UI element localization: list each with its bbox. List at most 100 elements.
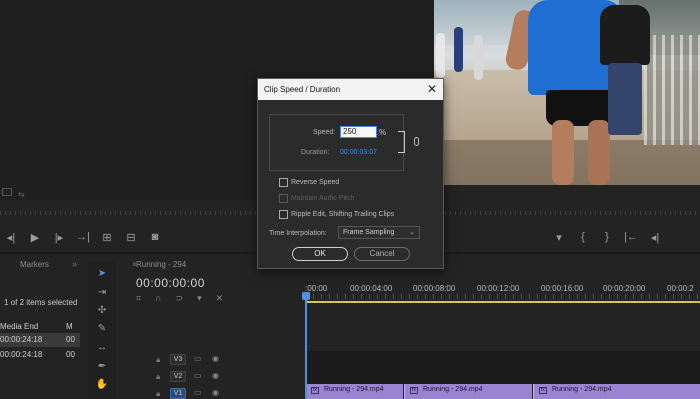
track-header: 🔒︎ V1 ▭ ◉	[122, 385, 304, 399]
safe-margin-icon[interactable]	[2, 188, 12, 196]
track-v3: 🔒︎ V3 ▭ ◉	[122, 351, 700, 369]
in-point-icon[interactable]: {	[576, 231, 590, 243]
source-transport: ◂| ▶ |▸ →| ⊞ ⊟ ◙	[4, 228, 162, 246]
selection-tool-icon[interactable]: ➤	[95, 267, 109, 281]
project-row[interactable]: 00:00:24:18 00	[0, 333, 80, 347]
dialog-title: Clip Speed / Duration	[264, 85, 341, 94]
loop-icon[interactable]: ⇆	[18, 190, 25, 199]
video-far-people	[436, 25, 496, 80]
step-forward-icon[interactable]: |▸	[52, 231, 66, 244]
premiere-window: ⇆ ◂| ▶ |▸ →| ⊞ ⊟ ◙ ▾ { } |← ◂| Markers »…	[0, 0, 700, 399]
playhead-line[interactable]	[305, 294, 307, 399]
speed-input[interactable]: 250	[340, 126, 377, 138]
step-back-icon[interactable]: ◂|	[648, 231, 662, 244]
track-select-tool-icon[interactable]: ⇥	[95, 286, 109, 300]
playhead-handle[interactable]	[302, 292, 310, 300]
ruler-label: 00:00:16:00	[541, 284, 584, 293]
lock-icon[interactable]: 🔒︎	[156, 372, 160, 382]
sequence-tab[interactable]: Running - 294	[136, 260, 186, 269]
dialog-titlebar: Clip Speed / Duration ✕	[258, 79, 443, 100]
eye-icon[interactable]: ◉	[212, 388, 219, 397]
time-ruler[interactable]: :00:00 00:00:04:00 00:00:08:00 00:00:12:…	[305, 284, 700, 300]
nest-icon[interactable]: ⌗	[136, 293, 141, 304]
project-column-header: Media End M	[0, 322, 80, 332]
hand-tool-icon[interactable]: ✋	[95, 378, 109, 392]
project-row[interactable]: 00:00:24:18 00	[0, 348, 80, 362]
program-transport: ▾ { } |← ◂|	[552, 228, 662, 246]
track-name[interactable]: V2	[170, 371, 186, 382]
marker-icon[interactable]: ▾	[552, 231, 566, 244]
razor-tool-icon[interactable]: ✎	[95, 322, 109, 336]
interpolation-label: Time Interpolation:	[269, 230, 327, 237]
ruler-label: 00:00:20:00	[603, 284, 646, 293]
linked-icon[interactable]: ⊃	[176, 293, 184, 304]
step-back-icon[interactable]: ◂|	[4, 231, 18, 244]
interpolation-select[interactable]: Frame Sampling ⌄	[338, 226, 420, 239]
ruler-label: 00:00:08:00	[413, 284, 456, 293]
ok-button[interactable]: OK	[292, 247, 348, 261]
speed-label: Speed:	[313, 129, 336, 136]
reverse-speed-checkbox[interactable]	[279, 178, 288, 187]
eye-icon[interactable]: ◉	[212, 371, 219, 380]
sync-lock-icon[interactable]: ▭	[194, 354, 202, 363]
video-railing	[644, 35, 700, 145]
speed-duration-group	[269, 114, 404, 171]
ripple-edit-checkbox[interactable]	[279, 210, 288, 219]
clip-name: Running - 294.mp4	[423, 386, 483, 393]
pen-tool-icon[interactable]: ✒	[95, 360, 109, 374]
interpolation-value: Frame Sampling	[343, 229, 395, 236]
link-bracket	[398, 131, 405, 153]
maintain-pitch-label: Maintain Audio Pitch	[291, 195, 355, 202]
out-point-icon[interactable]: }	[600, 231, 614, 243]
camera-icon[interactable]: ◙	[148, 231, 162, 243]
track-name[interactable]: V1	[170, 388, 186, 399]
work-area-bar[interactable]	[305, 301, 700, 303]
sync-lock-icon[interactable]: ▭	[194, 371, 202, 380]
lock-icon[interactable]: 🔒︎	[156, 355, 160, 365]
man-jacket	[600, 5, 650, 65]
media-end-cell: 00:00:24:18	[0, 350, 43, 359]
track-header: 🔒︎ V3 ▭ ◉	[122, 351, 304, 369]
media-end-header[interactable]: Media End	[0, 322, 38, 331]
add-marker-icon[interactable]: ▾	[197, 293, 202, 304]
clip-speed-duration-dialog: Clip Speed / Duration ✕ Speed: 250 % Dur…	[257, 78, 444, 269]
eye-icon[interactable]: ◉	[212, 354, 219, 363]
timeline-clip[interactable]: fx Running - 294.mp4	[404, 384, 532, 399]
timeline-clip[interactable]: fx Running - 294.mp4	[533, 384, 700, 399]
track-name[interactable]: V3	[170, 354, 186, 365]
m-cell: 00	[66, 335, 75, 344]
items-selected-label: 1 of 2 items selected	[4, 298, 78, 307]
snap-icon[interactable]: ∩	[155, 293, 161, 304]
wrench-icon[interactable]: ✕	[216, 293, 224, 304]
lock-icon[interactable]: 🔒︎	[156, 389, 160, 399]
slip-tool-icon[interactable]: ↔	[95, 341, 109, 355]
link-icon[interactable]	[414, 137, 419, 146]
timeline-clip[interactable]: fx Running - 294.mp4	[305, 384, 403, 399]
ripple-edit-tool-icon[interactable]: ✣	[95, 304, 109, 318]
playhead-timecode[interactable]: 00:00:00:00	[136, 276, 205, 290]
track-lane[interactable]	[305, 351, 700, 369]
insert-icon[interactable]: ⊞	[100, 231, 114, 244]
m-cell: 00	[66, 350, 75, 359]
duration-label: Duration:	[301, 149, 330, 156]
duration-value[interactable]: 00:00:03:07	[340, 149, 377, 156]
clip-name: Running - 294.mp4	[552, 386, 612, 393]
video-person	[474, 35, 483, 80]
reverse-speed-label: Reverse Speed	[291, 179, 340, 186]
play-icon[interactable]: ▶	[28, 231, 42, 244]
overwrite-icon[interactable]: ⊟	[124, 231, 138, 244]
cancel-button[interactable]: Cancel	[354, 247, 410, 261]
m-header[interactable]: M	[66, 322, 73, 331]
sync-lock-icon[interactable]: ▭	[194, 388, 202, 397]
ruler-label: 00:00:04:00	[350, 284, 393, 293]
markers-tab[interactable]: Markers	[20, 260, 49, 269]
clip-name: Running - 294.mp4	[324, 386, 384, 393]
sequence-toolbar: ⌗ ∩ ⊃ ▾ ✕	[136, 293, 223, 304]
chevron-down-icon: ⌄	[409, 229, 415, 236]
close-icon[interactable]: ✕	[427, 79, 437, 100]
ripple-edit-label: Ripple Edit, Shifting Trailing Clips	[291, 211, 395, 218]
maintain-pitch-checkbox	[279, 194, 288, 203]
go-out-icon[interactable]: →|	[76, 231, 90, 243]
panel-menu-icon[interactable]: »	[72, 259, 77, 269]
go-in-icon[interactable]: |←	[624, 231, 638, 243]
